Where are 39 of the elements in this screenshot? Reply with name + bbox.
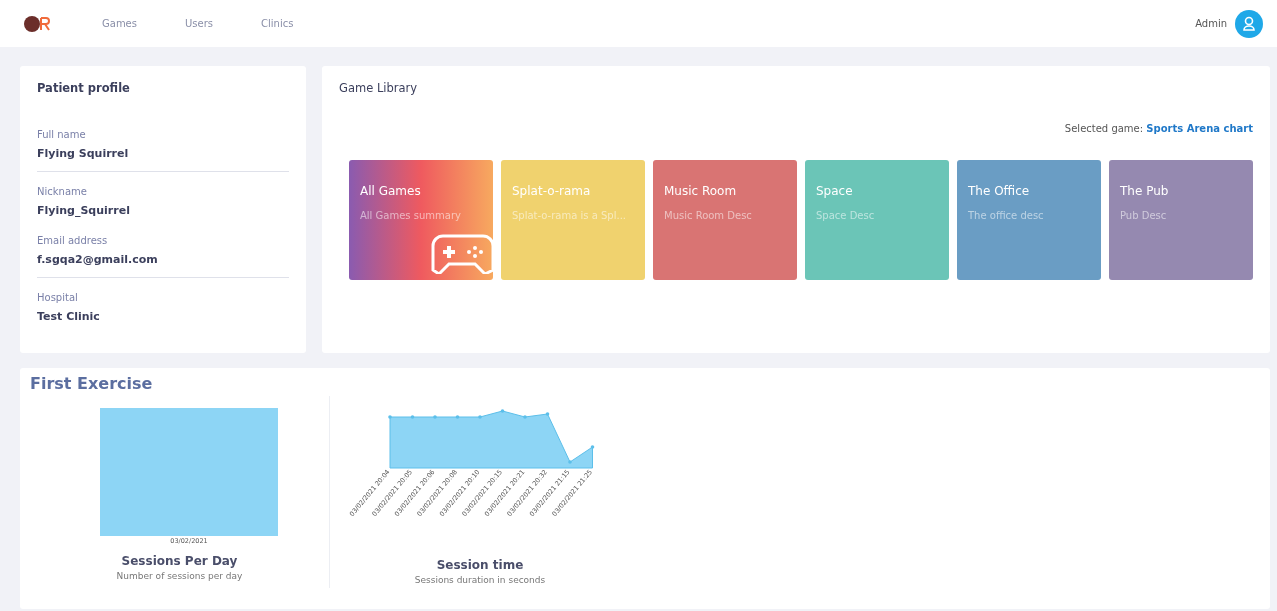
game-description: Splat-o-rama is a Spl... (512, 209, 627, 224)
game-title: Space (816, 183, 854, 201)
chart-title: Session time (436, 557, 524, 574)
section-title: First Exercise (30, 373, 154, 395)
nav-link[interactable]: Games (102, 16, 137, 31)
game-tile[interactable]: All Games All Games summary (349, 160, 493, 281)
game-tile[interactable]: Music Room Music Room Desc (653, 160, 797, 281)
game-title: Music Room (664, 183, 738, 201)
field-value: f.sgqa2@gmail.com (37, 252, 159, 269)
game-description: Music Room Desc (664, 209, 753, 224)
game-tile[interactable]: The Office The office desc (957, 160, 1101, 281)
field-value: Test Clinic (37, 308, 101, 325)
nav-link[interactable]: Clinics (261, 16, 294, 31)
card-title: Game Library (339, 80, 419, 97)
field-value: Flying Squirrel (37, 146, 130, 163)
field-label: Hospital (37, 290, 79, 305)
game-description: Pub Desc (1120, 209, 1168, 224)
field-label: Full name (37, 128, 87, 143)
chart-subtitle: Number of sessions per day (116, 570, 243, 583)
game-title: All Games (360, 183, 422, 201)
chart-subtitle: Sessions duration in seconds (414, 574, 546, 587)
selected-game-text: Selected game: Sports Arena chart (1064, 122, 1253, 137)
game-tile[interactable]: The Pub Pub Desc (1109, 160, 1253, 281)
chart-title: Sessions Per Day (121, 553, 238, 570)
avatar-icon[interactable] (1235, 9, 1263, 38)
field-label: Nickname (37, 184, 88, 199)
gamepad-icon (431, 232, 493, 275)
field-value: Flying_Squirrel (37, 202, 131, 219)
game-title: The Pub (1120, 183, 1170, 201)
card-title: Patient profile (37, 80, 131, 97)
game-title: The Office (968, 183, 1031, 201)
game-title: Splat-o-rama (512, 183, 592, 201)
game-description: The office desc (968, 209, 1045, 224)
user-name[interactable]: Admin (1195, 16, 1227, 31)
nav-link[interactable]: Users (185, 16, 213, 31)
game-description: All Games summary (360, 209, 462, 224)
game-tile[interactable]: Space Space Desc (805, 160, 949, 281)
game-description: Space Desc (816, 209, 876, 224)
field-label: Email address (37, 234, 109, 249)
